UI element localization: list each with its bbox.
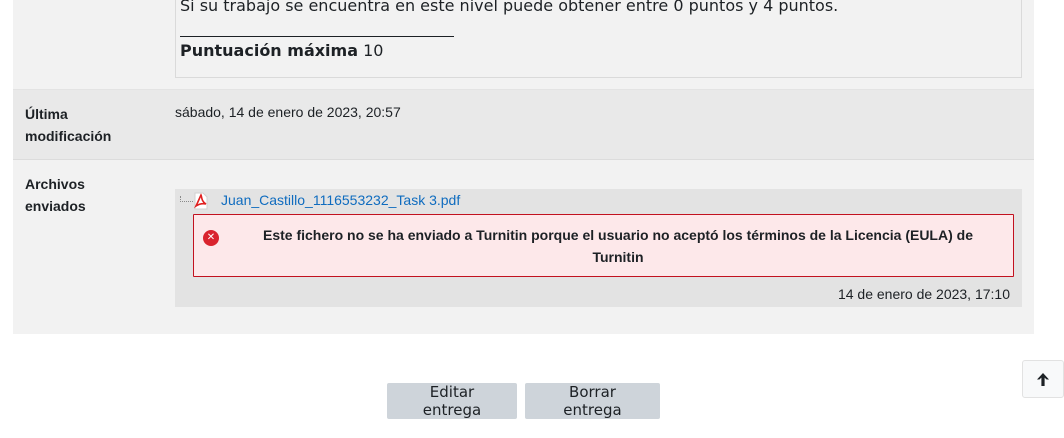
rubric-max-score: Puntuación máxima 10: [180, 41, 383, 60]
rubric-max-score-label: Puntuación máxima: [180, 41, 359, 60]
error-icon: ✕: [203, 230, 219, 246]
submitted-files-label: Archivos enviados: [25, 176, 86, 214]
submission-status-table: Si su trabajo se encuentra en este nivel…: [13, 0, 1034, 334]
arrow-up-icon: [1037, 373, 1049, 386]
submitted-file-link[interactable]: Juan_Castillo_1116553232_Task 3.pdf: [221, 192, 460, 208]
submitted-file-date: 14 de enero de 2023, 17:10: [837, 286, 1010, 302]
pdf-icon: [193, 192, 208, 210]
last-modified-value: sábado, 14 de enero de 2023, 20:57: [175, 104, 401, 120]
submitted-files-row: Archivos enviados Juan_Castillo_11165532…: [13, 160, 1034, 334]
rubric-divider: [180, 36, 454, 37]
files-panel: Juan_Castillo_1116553232_Task 3.pdf ✕ Es…: [175, 189, 1022, 307]
back-to-top-button[interactable]: [1022, 360, 1064, 398]
last-modified-label: Última modificación: [25, 106, 112, 144]
last-modified-row: Última modificación sábado, 14 de enero …: [13, 90, 1034, 160]
turnitin-error-message: Este fichero no se ha enviado a Turnitin…: [263, 227, 973, 265]
rubric-level-description: Si su trabajo se encuentra en este nivel…: [180, 0, 839, 15]
rubric-box: Si su trabajo se encuentra en este nivel…: [175, 0, 1022, 78]
edit-submission-button[interactable]: Editar entrega: [387, 383, 517, 419]
grading-row: Si su trabajo se encuentra en este nivel…: [13, 0, 1034, 90]
delete-submission-button[interactable]: Borrar entrega: [525, 383, 660, 419]
turnitin-error-alert: ✕ Este fichero no se ha enviado a Turnit…: [193, 214, 1014, 277]
rubric-max-score-value: 10: [363, 41, 384, 60]
